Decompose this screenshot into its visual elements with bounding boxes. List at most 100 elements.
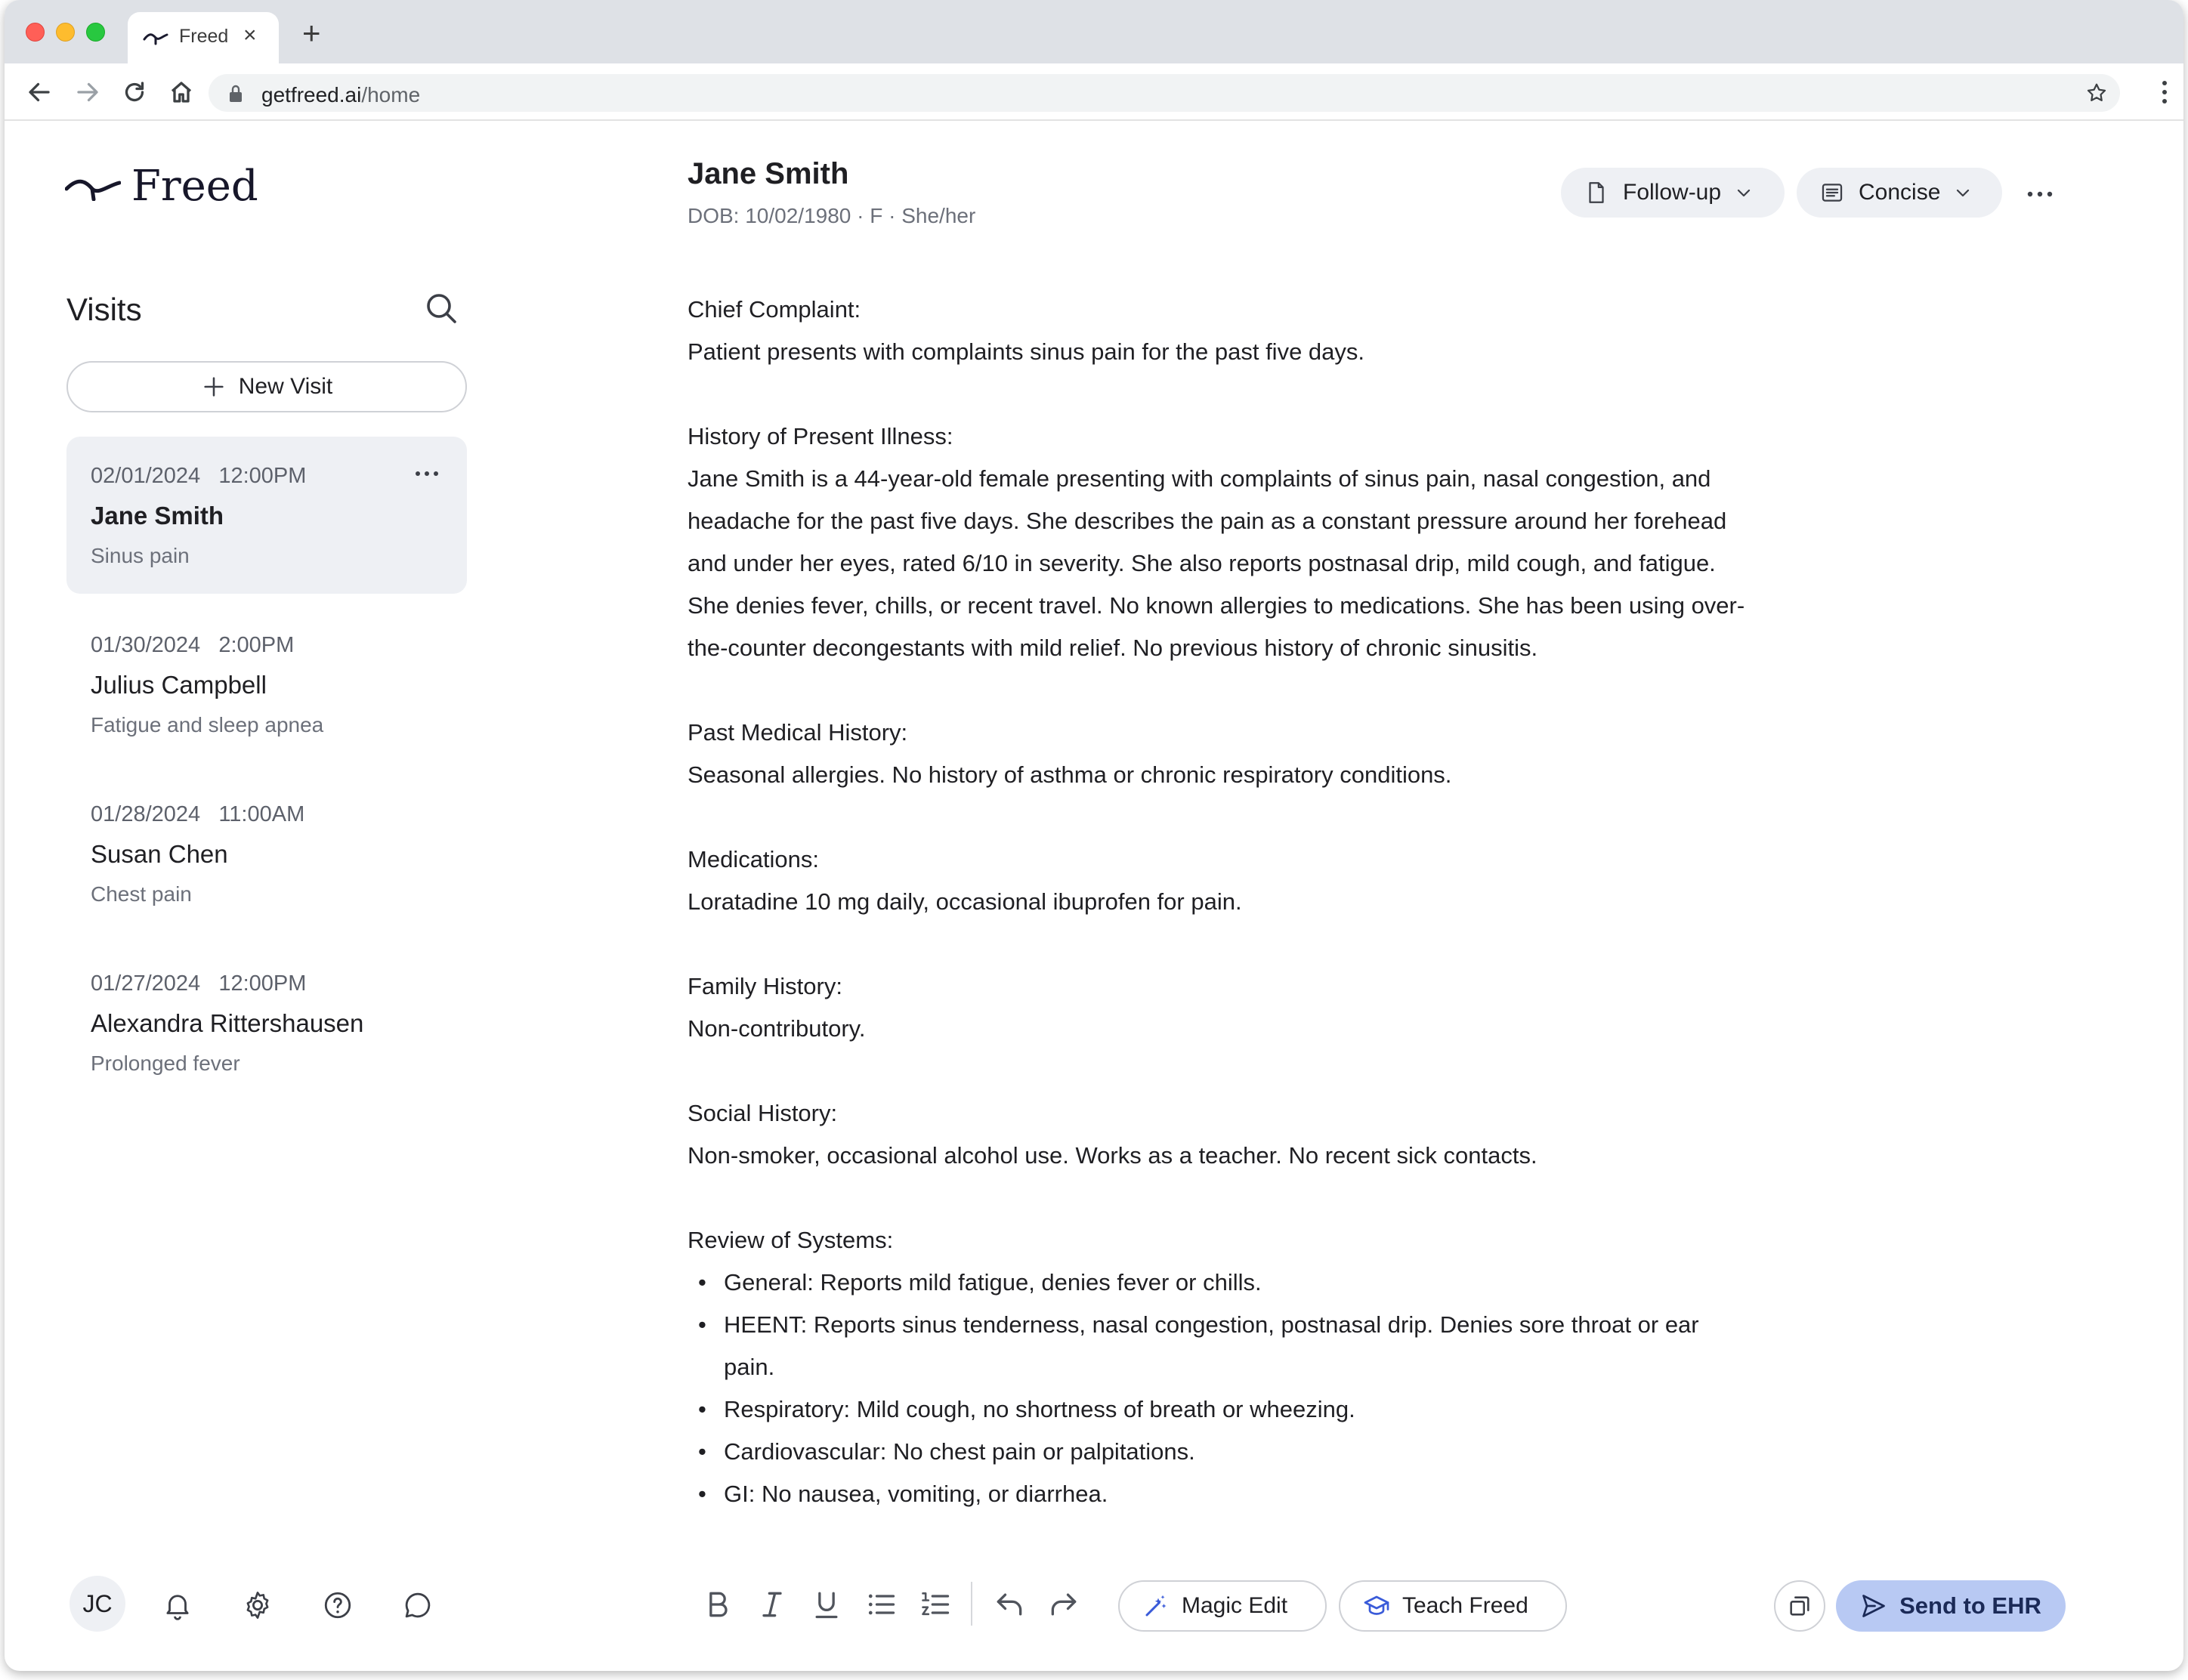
document-icon [1589, 182, 1604, 203]
visit-patient-name: Alexandra Rittershausen [91, 1009, 364, 1037]
visit-patient-name: Julius Campbell [91, 671, 267, 699]
visit-item[interactable]: 01/27/2024 12:00PM Alexandra Rittershaus… [66, 944, 467, 1101]
section-heading: Review of Systems: [688, 1227, 894, 1253]
help-icon[interactable] [322, 1589, 354, 1621]
section-text: Seasonal allergies. No history of asthma… [688, 761, 1452, 788]
section-text: Non-contributory. [688, 1015, 866, 1042]
visit-reason: Fatigue and sleep apnea [91, 713, 324, 737]
logo-text: Freed [131, 162, 258, 211]
visit-item[interactable]: 02/01/2024 12:00PM Jane Smith Sinus pain [66, 437, 467, 594]
freed-favicon-icon [143, 33, 168, 45]
freed-logo-icon [65, 179, 121, 201]
visit-item[interactable]: 01/30/2024 2:00PM Julius Campbell Fatigu… [66, 606, 467, 763]
template-dropdown[interactable]: Follow-up [1561, 168, 1785, 218]
more-options-icon[interactable] [414, 470, 440, 477]
section-text: Non-smoker, occasional alcohol use. Work… [688, 1142, 1537, 1169]
magic-edit-button[interactable]: Magic Edit [1118, 1580, 1327, 1632]
section-text: Patient presents with complaints sinus p… [688, 338, 1365, 365]
teach-freed-button[interactable]: Teach Freed [1339, 1580, 1567, 1632]
section-heading: Social History: [688, 1100, 838, 1126]
italic-icon[interactable] [756, 1588, 789, 1621]
numbered-list-icon[interactable] [919, 1588, 952, 1621]
copy-button[interactable] [1774, 1580, 1825, 1632]
visit-reason: Prolonged fever [91, 1052, 240, 1075]
tab-title: Freed [179, 26, 229, 47]
reload-icon[interactable] [121, 79, 148, 106]
copy-icon [1790, 1596, 1809, 1616]
section-heading: Family History: [688, 973, 842, 999]
back-arrow-icon[interactable] [26, 79, 53, 106]
list-lines-icon [1822, 184, 1843, 202]
browser-tab[interactable]: Freed × [128, 12, 279, 63]
ros-list: General: Reports mild fatigue, denies fe… [688, 1262, 1745, 1512]
graduation-cap-icon [1364, 1595, 1389, 1615]
new-visit-label: New Visit [238, 374, 333, 399]
redo-icon[interactable] [1047, 1588, 1080, 1621]
toolbar-divider [971, 1582, 972, 1626]
window-maximize-button[interactable] [86, 23, 105, 42]
avatar[interactable]: JC [70, 1576, 125, 1632]
magic-edit-label: Magic Edit [1182, 1593, 1288, 1618]
section-text: Jane Smith is a 44-year-old female prese… [688, 465, 1745, 661]
list-item: Cardiovascular: No chest pain or palpita… [688, 1431, 1745, 1473]
bold-icon[interactable] [701, 1588, 734, 1621]
window-close-button[interactable] [26, 23, 45, 42]
chat-icon[interactable] [402, 1589, 434, 1621]
section-heading: Chief Complaint: [688, 296, 861, 323]
window-minimize-button[interactable] [56, 23, 75, 42]
patient-meta: DOB: 10/02/1980 · F · She/her [688, 204, 976, 227]
style-dropdown[interactable]: Concise [1797, 168, 2002, 218]
send-to-ehr-button[interactable]: Send to EHR [1836, 1580, 2066, 1632]
url-text: getfreed.ai/home [261, 83, 421, 107]
visits-title: Visits [66, 292, 142, 327]
visit-reason: Chest pain [91, 882, 192, 906]
visit-datetime: 01/28/2024 11:00AM [91, 802, 305, 826]
visit-datetime: 02/01/2024 12:00PM [91, 464, 307, 488]
browser-menu-icon[interactable] [2161, 79, 2168, 106]
search-icon[interactable] [423, 290, 459, 326]
visit-datetime: 01/27/2024 12:00PM [91, 971, 307, 996]
chevron-down-icon [1737, 189, 1751, 197]
list-item: HEENT: Reports sinus tenderness, nasal c… [688, 1304, 1745, 1388]
tab-close-icon[interactable]: × [243, 24, 257, 47]
chevron-down-icon [1957, 189, 1970, 197]
new-visit-button[interactable]: New Visit [66, 361, 467, 412]
browser-toolbar: getfreed.ai/home [5, 63, 2183, 121]
home-icon[interactable] [168, 79, 195, 106]
template-label: Follow-up [1623, 180, 1722, 205]
send-icon [1862, 1595, 1885, 1617]
patient-name: Jane Smith [688, 157, 849, 190]
browser-tabstrip: Freed × + [5, 0, 2183, 63]
bulleted-list-icon[interactable] [864, 1588, 898, 1621]
list-item: Respiratory: Mild cough, no shortness of… [688, 1388, 1745, 1431]
teach-freed-label: Teach Freed [1402, 1593, 1528, 1618]
visit-reason: Sinus pain [91, 544, 190, 567]
section-heading: Medications: [688, 846, 820, 872]
section-heading: History of Present Illness: [688, 423, 953, 449]
visit-datetime: 01/30/2024 2:00PM [91, 633, 295, 657]
style-label: Concise [1859, 180, 1941, 205]
underline-icon[interactable] [810, 1588, 843, 1621]
note-editor[interactable]: Chief Complaint: Patient presents with c… [688, 289, 1745, 1512]
send-to-ehr-label: Send to EHR [1899, 1592, 2041, 1619]
plus-icon [204, 377, 224, 397]
visit-patient-name: Susan Chen [91, 840, 228, 868]
magic-wand-icon [1145, 1595, 1167, 1617]
browser-window: Freed × + getfreed.ai/home Freed Visits … [5, 0, 2183, 1671]
section-heading: Past Medical History: [688, 719, 908, 746]
section-text: Loratadine 10 mg daily, occasional ibupr… [688, 888, 1242, 915]
lock-icon [230, 85, 242, 102]
new-tab-icon[interactable]: + [302, 17, 321, 49]
visit-patient-name: Jane Smith [91, 502, 224, 530]
more-options-icon[interactable] [2026, 190, 2054, 198]
forward-arrow-icon[interactable] [74, 79, 101, 106]
bookmark-star-icon[interactable] [2085, 82, 2108, 104]
address-bar[interactable]: getfreed.ai/home [209, 74, 2120, 112]
list-item: GI: No nausea, vomiting, or diarrhea. [688, 1473, 1745, 1512]
app-root: Freed Visits New Visit 02/01/2024 12:00P… [5, 121, 2183, 1671]
list-item: General: Reports mild fatigue, denies fe… [688, 1262, 1745, 1304]
visit-item[interactable]: 01/28/2024 11:00AM Susan Chen Chest pain [66, 775, 467, 932]
bell-icon[interactable] [162, 1589, 193, 1621]
undo-icon[interactable] [993, 1588, 1026, 1621]
gear-icon[interactable] [242, 1589, 274, 1621]
